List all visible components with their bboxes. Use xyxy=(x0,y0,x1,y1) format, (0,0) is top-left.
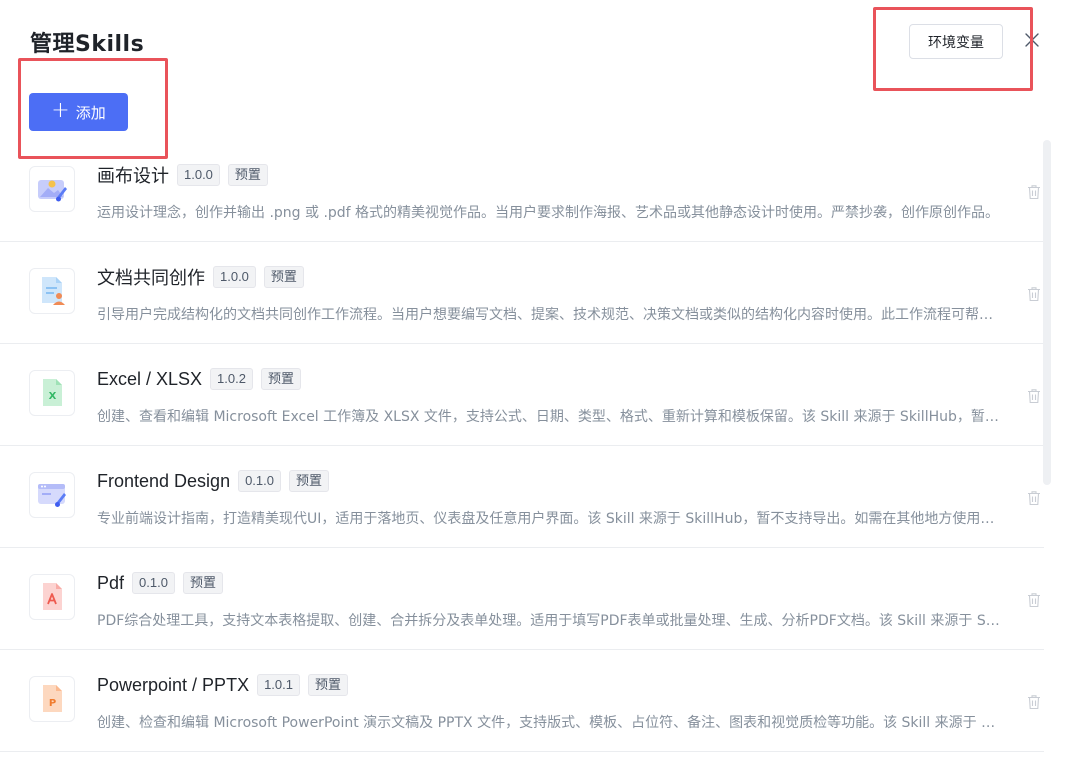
doc-coauthoring-icon xyxy=(29,268,75,314)
skill-description: PDF综合处理工具，支持文本表格提取、创建、合并拆分及表单处理。适用于填写PDF… xyxy=(97,613,1002,629)
skill-description: 运用设计理念，创作并输出 .png 或 .pdf 格式的精美视觉作品。当用户要求… xyxy=(97,205,1000,221)
version-badge: 1.0.0 xyxy=(213,266,256,288)
version-badge: 1.0.0 xyxy=(177,164,220,186)
skill-item[interactable]: Frontend Design 0.1.0 预置 专业前端设计指南，打造精美现代… xyxy=(0,446,1044,548)
excel-icon: X xyxy=(29,370,75,416)
skill-item[interactable]: X Excel / XLSX 1.0.2 预置 创建、查看和编辑 Microso… xyxy=(0,344,1044,446)
env-variables-button[interactable]: 环境变量 xyxy=(909,24,1003,59)
skill-name: Excel / XLSX xyxy=(97,368,203,389)
close-icon[interactable] xyxy=(1021,29,1043,51)
skill-description: 创建、查看和编辑 Microsoft Excel 工作簿及 XLSX 文件，支持… xyxy=(97,409,1002,425)
version-badge: 1.0.1 xyxy=(257,674,300,696)
page-title: 管理Skills xyxy=(30,32,145,57)
version-badge: 0.1.0 xyxy=(132,572,175,594)
svg-text:P: P xyxy=(49,698,56,709)
trash-icon[interactable] xyxy=(1027,694,1041,710)
trash-icon[interactable] xyxy=(1027,184,1041,200)
trash-icon[interactable] xyxy=(1027,388,1041,404)
preset-badge: 预置 xyxy=(182,572,223,594)
skill-item[interactable]: Pdf 0.1.0 预置 PDF综合处理工具，支持文本表格提取、创建、合并拆分及… xyxy=(0,548,1044,650)
skill-name: Frontend Design xyxy=(97,470,231,491)
pdf-icon xyxy=(29,574,75,620)
skill-item[interactable]: 文档共同创作 1.0.0 预置 引导用户完成结构化的文档共同创作工作流程。当用户… xyxy=(0,242,1044,344)
skill-item[interactable]: P Powerpoint / PPTX 1.0.1 预置 创建、检查和编辑 Mi… xyxy=(0,650,1044,752)
preset-badge: 预置 xyxy=(263,266,304,288)
preset-badge: 预置 xyxy=(227,164,268,186)
preset-badge: 预置 xyxy=(289,470,330,492)
frontend-design-icon xyxy=(29,472,75,518)
skill-name: Pdf xyxy=(97,572,125,593)
canvas-design-icon xyxy=(29,166,75,212)
add-skill-label: 添加 xyxy=(75,103,106,122)
skill-description: 引导用户完成结构化的文档共同创作工作流程。当用户想要编写文档、提案、技术规范、决… xyxy=(97,307,1002,323)
skill-name: Powerpoint / PPTX xyxy=(97,674,250,695)
skills-list: 画布设计 1.0.0 预置 运用设计理念，创作并输出 .png 或 .pdf 格… xyxy=(0,140,1044,752)
skill-description: 专业前端设计指南，打造精美现代UI，适用于落地页、仪表盘及任意用户界面。该 Sk… xyxy=(97,511,1002,527)
manage-skills-modal: 管理Skills 环境变量 + 添加 画布设计 1.0.0 预置 运用设计理念，… xyxy=(0,0,1080,762)
preset-badge: 预置 xyxy=(260,368,301,390)
trash-icon[interactable] xyxy=(1027,592,1041,608)
plus-icon: + xyxy=(51,98,70,123)
trash-icon[interactable] xyxy=(1027,286,1041,302)
preset-badge: 预置 xyxy=(308,674,349,696)
skill-name: 画布设计 xyxy=(97,166,169,186)
version-badge: 1.0.2 xyxy=(210,368,253,390)
version-badge: 0.1.0 xyxy=(238,470,281,492)
svg-text:X: X xyxy=(49,391,57,402)
skill-name: 文档共同创作 xyxy=(97,268,205,288)
skill-description: 创建、检查和编辑 Microsoft PowerPoint 演示文稿及 PPTX… xyxy=(97,715,1002,731)
trash-icon[interactable] xyxy=(1027,490,1041,506)
add-skill-button[interactable]: + 添加 xyxy=(29,93,128,131)
list-scrollbar[interactable] xyxy=(1043,140,1051,485)
skill-item[interactable]: 画布设计 1.0.0 预置 运用设计理念，创作并输出 .png 或 .pdf 格… xyxy=(0,140,1044,242)
pptx-icon: P xyxy=(29,676,75,722)
